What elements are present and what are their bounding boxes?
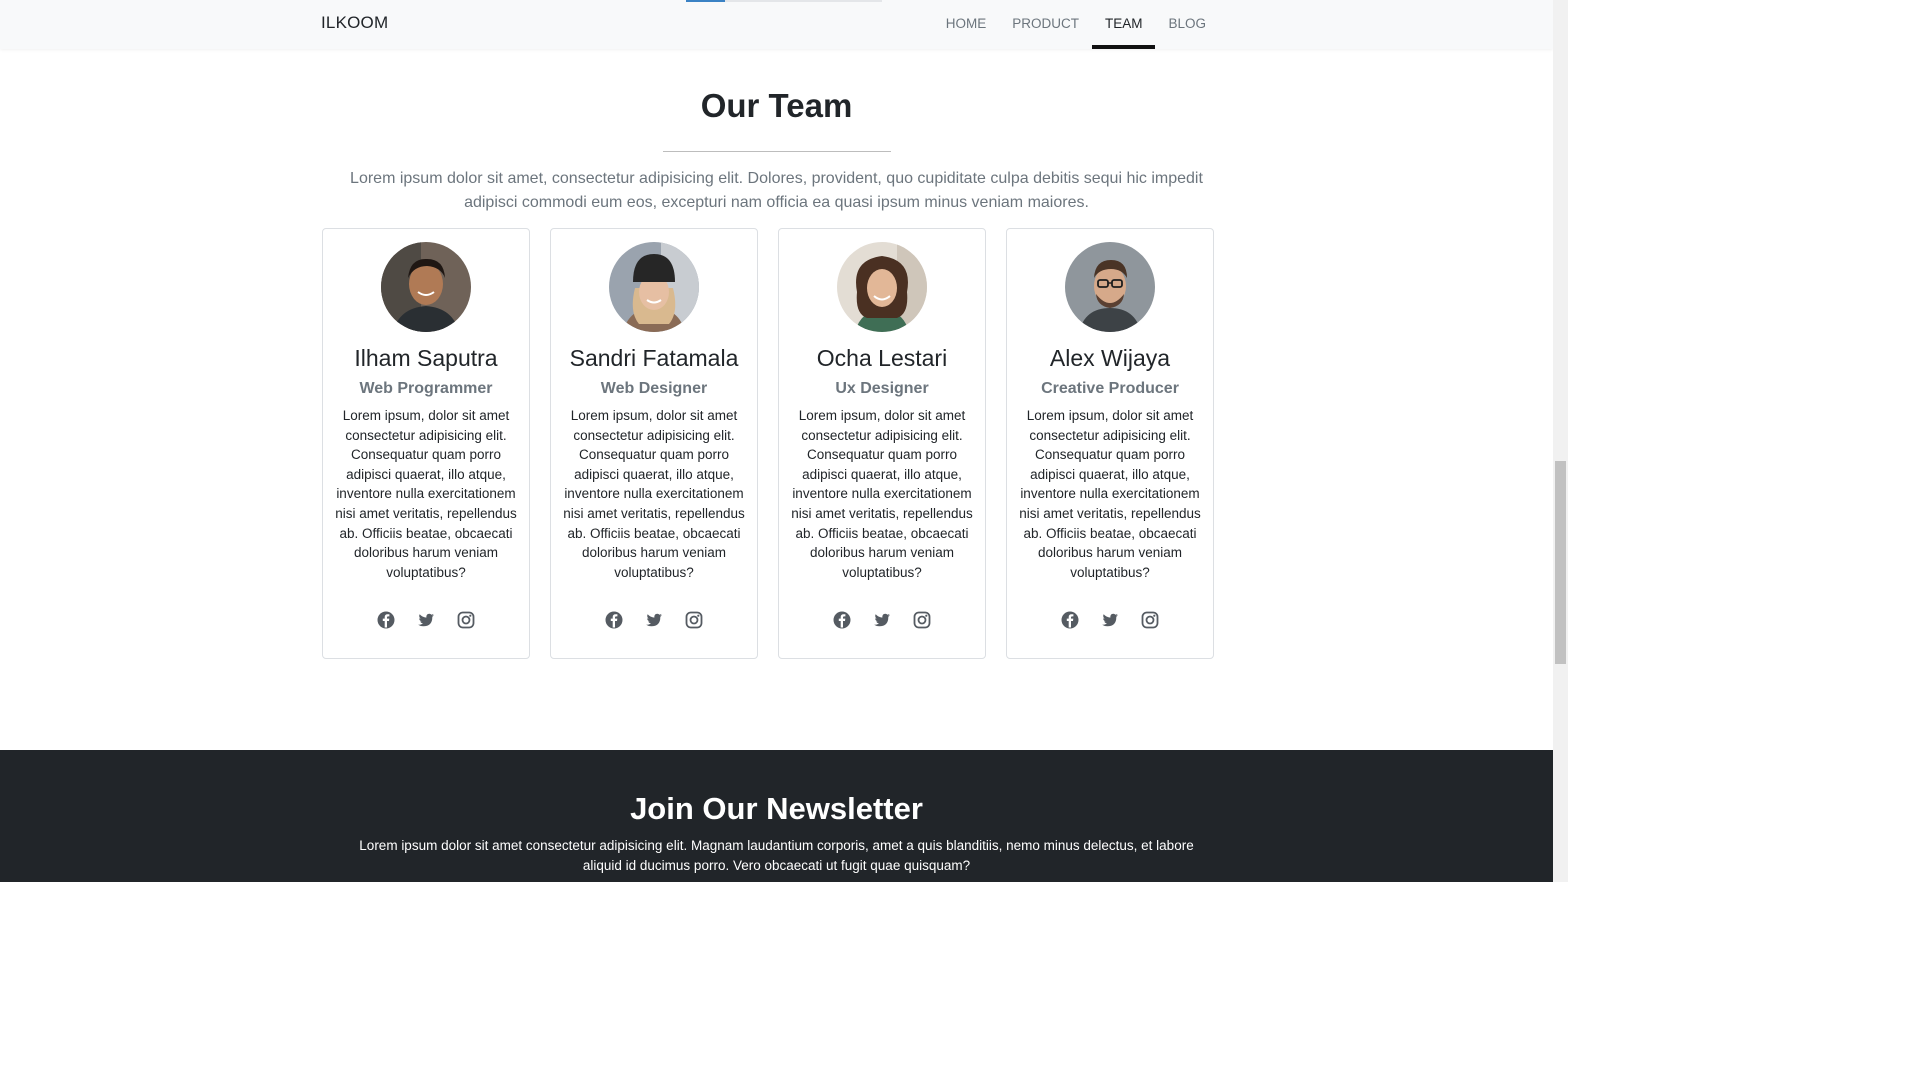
member-name: Ocha Lestari <box>816 345 948 371</box>
scrollbar-thumb[interactable] <box>1555 461 1566 664</box>
page-scrollbar[interactable] <box>1553 0 1568 882</box>
member-role: Web Designer <box>600 380 708 397</box>
member-role: Ux Designer <box>835 380 929 397</box>
twitter-icon[interactable] <box>1100 610 1120 630</box>
newsletter-title: Join Our Newsletter <box>630 791 923 826</box>
member-name: Alex Wijaya <box>1049 345 1171 371</box>
instagram-icon[interactable] <box>912 610 932 630</box>
brand-logo-text[interactable]: ILKOOM <box>321 13 388 33</box>
nav-link-home[interactable]: HOME <box>933 0 1000 49</box>
twitter-icon[interactable] <box>416 610 436 630</box>
nav-link-blog[interactable]: BLOG <box>1155 0 1219 49</box>
twitter-icon[interactable] <box>872 610 892 630</box>
social-links <box>551 610 757 630</box>
avatar-man-glasses-photo-icon <box>1065 242 1155 332</box>
team-card: Alex Wijaya Creative Producer Lorem ipsu… <box>1006 228 1214 659</box>
member-bio: Lorem ipsum, dolor sit amet consectetur … <box>563 408 745 580</box>
member-bio: Lorem ipsum, dolor sit amet consectetur … <box>791 408 973 580</box>
team-section: Our Team Lorem ipsum dolor sit amet, con… <box>0 49 1553 750</box>
scroll-progress-fill <box>686 0 726 2</box>
member-bio: Lorem ipsum, dolor sit amet consectetur … <box>1019 408 1201 580</box>
instagram-icon[interactable] <box>684 610 704 630</box>
member-role: Creative Producer <box>1041 380 1179 397</box>
member-name: Sandri Fatamala <box>569 345 739 371</box>
title-divider <box>663 151 891 152</box>
facebook-icon[interactable] <box>1060 610 1080 630</box>
instagram-icon[interactable] <box>456 610 476 630</box>
social-links <box>779 610 985 630</box>
social-links <box>1007 610 1213 630</box>
newsletter-text: Lorem ipsum dolor sit amet consectetur a… <box>359 838 1194 873</box>
newsletter-section: Join Our Newsletter Lorem ipsum dolor si… <box>0 750 1553 882</box>
avatar-woman-beanie-photo-icon <box>609 242 699 332</box>
avatar-man-photo-icon <box>381 242 471 332</box>
social-links <box>323 610 529 630</box>
facebook-icon[interactable] <box>376 610 396 630</box>
nav-links: HOME PRODUCT TEAM BLOG <box>933 0 1219 49</box>
member-bio: Lorem ipsum, dolor sit amet consectetur … <box>335 408 517 580</box>
nav-link-product[interactable]: PRODUCT <box>999 0 1092 49</box>
scroll-progress-bar <box>686 0 882 2</box>
facebook-icon[interactable] <box>832 610 852 630</box>
section-lead-text: Lorem ipsum dolor sit amet, consectetur … <box>350 170 1203 211</box>
twitter-icon[interactable] <box>644 610 664 630</box>
team-card: Sandri Fatamala Web Designer Lorem ipsum… <box>550 228 758 659</box>
nav-link-team[interactable]: TEAM <box>1091 0 1156 49</box>
section-title: Our Team <box>700 87 853 124</box>
avatar-woman-curly-photo-icon <box>837 242 927 332</box>
facebook-icon[interactable] <box>604 610 624 630</box>
team-card: Ocha Lestari Ux Designer Lorem ipsum, do… <box>778 228 986 659</box>
member-role: Web Programmer <box>359 380 493 397</box>
instagram-icon[interactable] <box>1140 610 1160 630</box>
team-card: Ilham Saputra Web Programmer Lorem ipsum… <box>322 228 530 659</box>
top-navbar: ILKOOM HOME PRODUCT TEAM BLOG <box>0 0 1553 49</box>
member-name: Ilham Saputra <box>354 345 498 371</box>
